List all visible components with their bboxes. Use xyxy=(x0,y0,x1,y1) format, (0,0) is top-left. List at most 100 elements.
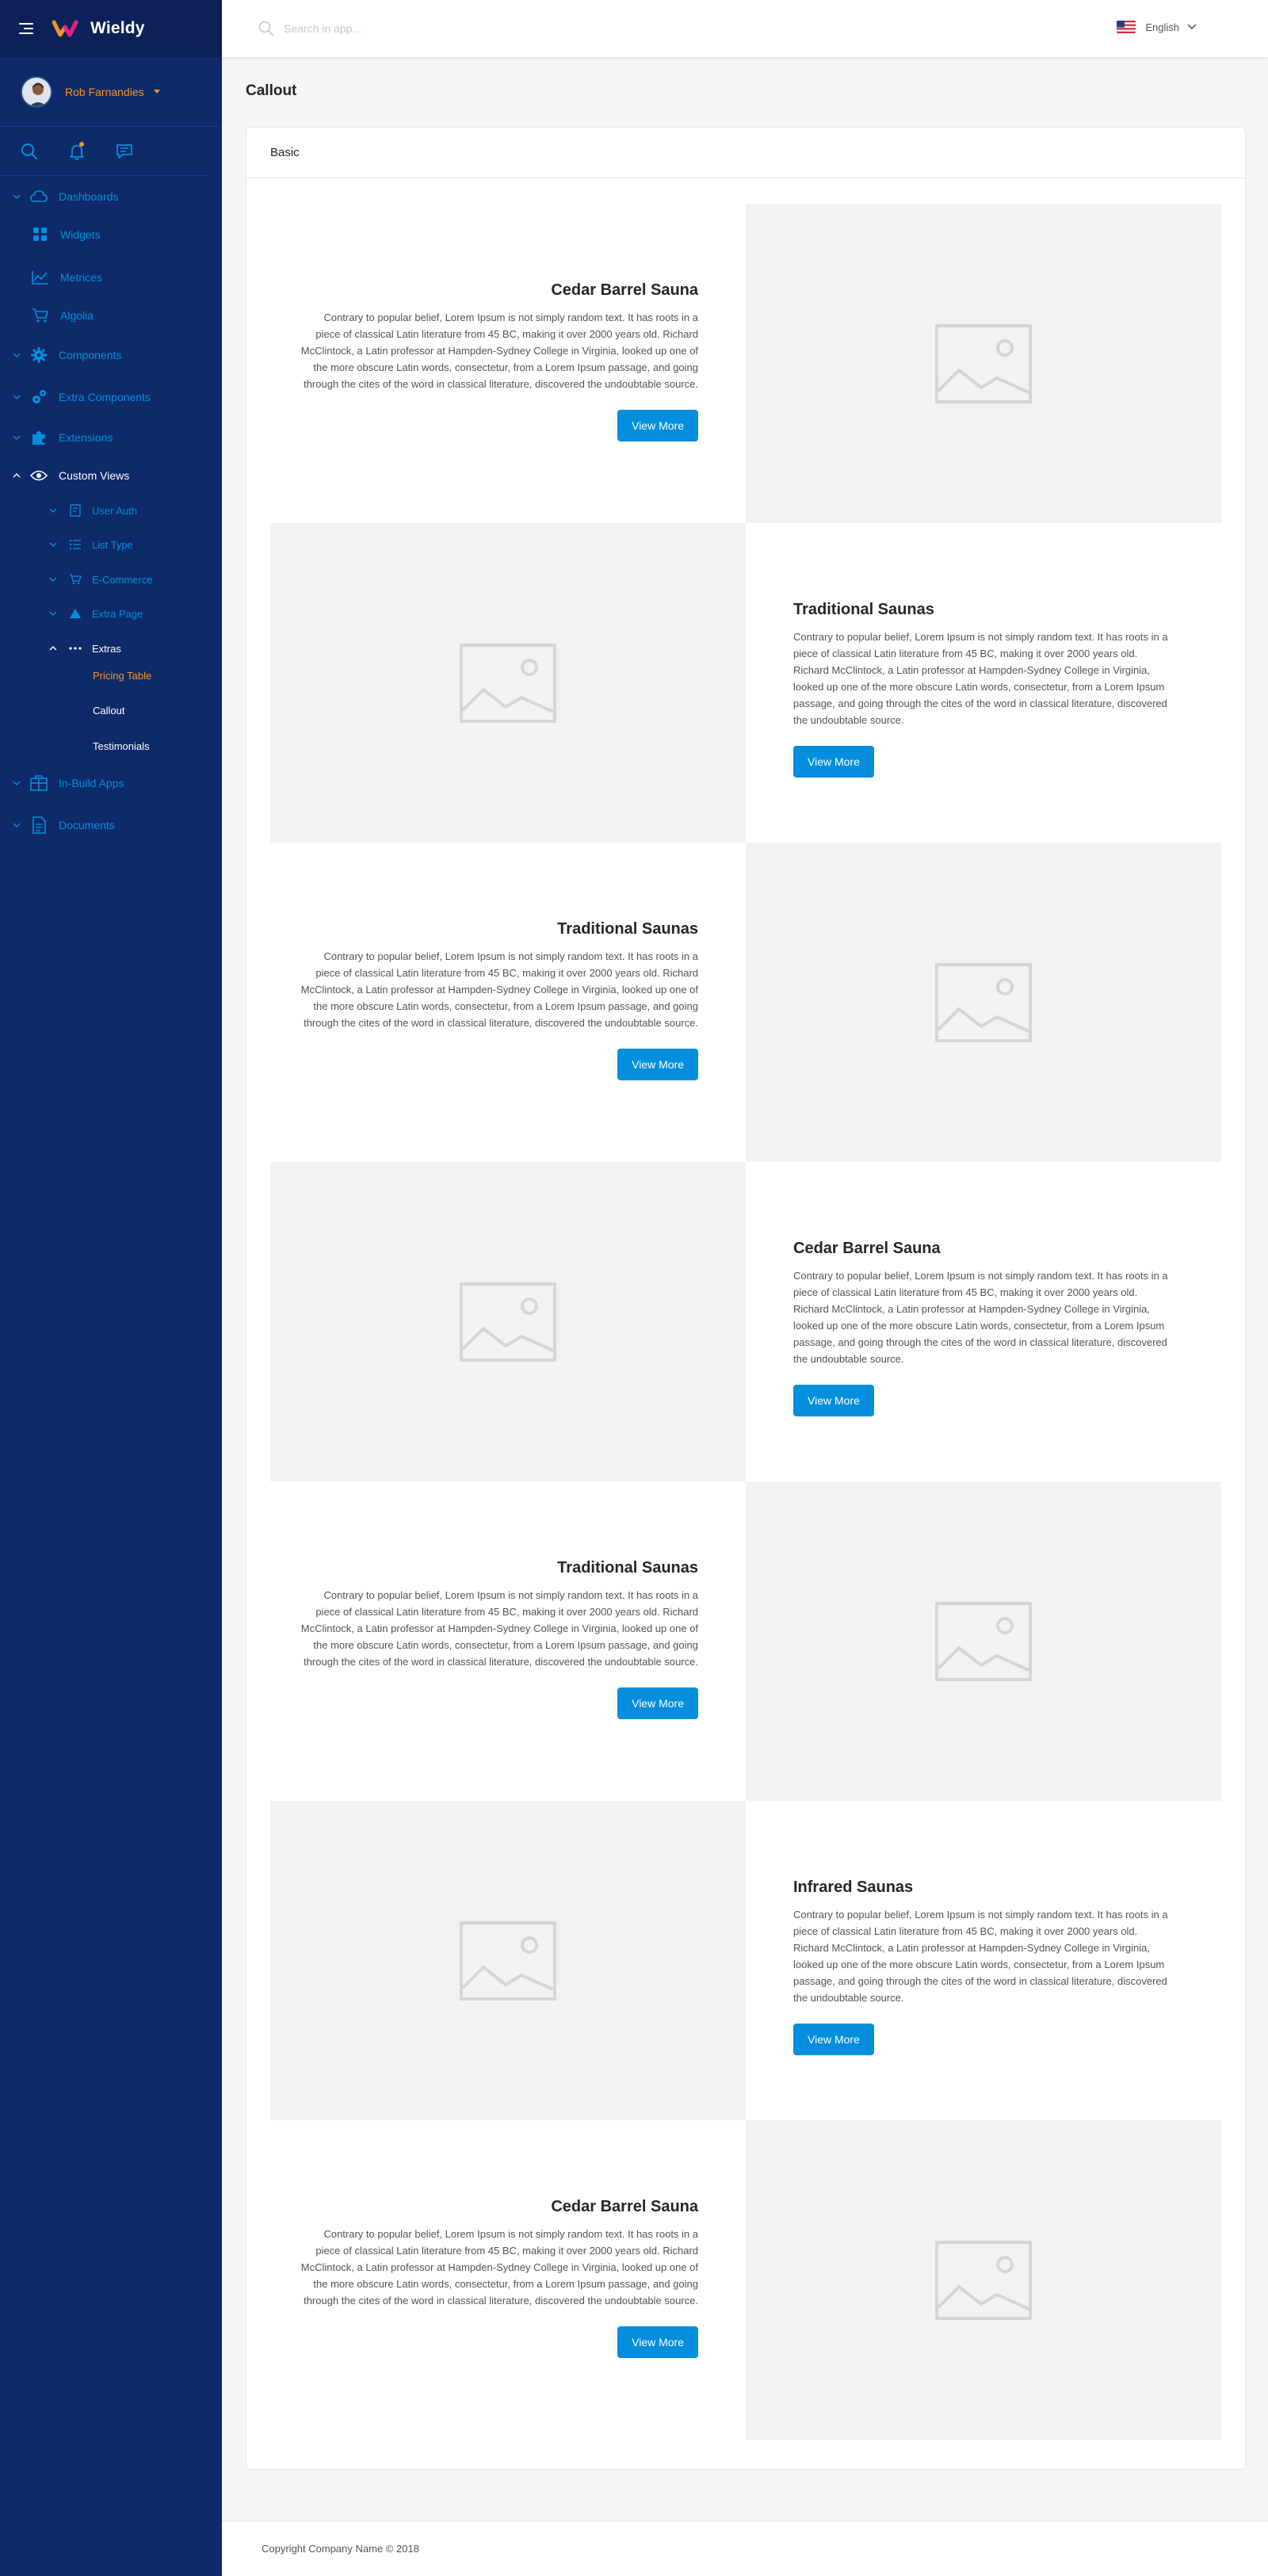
nav-algolia[interactable]: Algolia xyxy=(0,296,222,334)
view-more-button[interactable]: View More xyxy=(793,1385,874,1416)
gears-icon xyxy=(30,388,48,406)
chevron-down-icon xyxy=(49,575,57,583)
nav-extras-label: Extras xyxy=(92,642,121,655)
callout-row: Cedar Barrel Sauna Contrary to popular b… xyxy=(270,1162,1221,1481)
user-profile[interactable]: Rob Farnandies xyxy=(0,57,222,127)
topbar: English xyxy=(222,0,1268,57)
nav-metrices-label: Metrices xyxy=(60,271,102,284)
nav-extra-page[interactable]: Extra Page xyxy=(0,594,222,633)
callout-title: Cedar Barrel Sauna xyxy=(793,1240,941,1257)
callout-text: Cedar Barrel Sauna Contrary to popular b… xyxy=(270,204,746,523)
nav-extensions-label: Extensions xyxy=(59,431,113,444)
callout-title: Cedar Barrel Sauna xyxy=(551,2198,698,2215)
nav-custom-views[interactable]: Custom Views xyxy=(0,457,222,495)
nav-dashboards[interactable]: Dashboards xyxy=(0,178,222,216)
nav-components[interactable]: Components xyxy=(0,336,222,374)
image-icon xyxy=(935,962,1032,1042)
nav-components-label: Components xyxy=(59,349,122,361)
document-icon xyxy=(30,816,48,834)
nav-extensions[interactable]: Extensions xyxy=(0,419,222,457)
language-selector[interactable]: English xyxy=(1117,21,1197,33)
callout-body: Contrary to popular belief, Lorem Ipsum … xyxy=(300,950,698,1029)
chevron-down-icon xyxy=(13,821,21,829)
chevron-down-icon xyxy=(13,193,21,201)
view-more-button[interactable]: View More xyxy=(617,410,698,441)
search-icon[interactable] xyxy=(19,141,40,162)
callout-row: Cedar Barrel Sauna Contrary to popular b… xyxy=(270,2120,1221,2440)
callout-row: Traditional Saunas Contrary to popular b… xyxy=(270,843,1221,1162)
gear-icon xyxy=(30,346,48,364)
nav-pricing-table-label: Pricing Table xyxy=(93,669,152,682)
chat-icon[interactable] xyxy=(114,141,135,162)
more-dots-icon xyxy=(67,640,84,657)
chevron-down-icon xyxy=(1187,24,1197,30)
user-name[interactable]: Rob Farnandies xyxy=(65,86,144,98)
nav-in-build-apps-label: In-Build Apps xyxy=(59,777,124,789)
nav-ecommerce-label: E-Commerce xyxy=(92,573,153,586)
search-bar[interactable] xyxy=(258,21,702,36)
view-more-button[interactable]: View More xyxy=(793,746,874,778)
language-label: English xyxy=(1145,21,1179,33)
copyright-text: Copyright Company Name © 2018 xyxy=(262,2543,419,2555)
chevron-down-icon xyxy=(13,393,21,401)
view-more-button[interactable]: View More xyxy=(617,1687,698,1719)
image-placeholder xyxy=(270,1801,746,2120)
nav-algolia-label: Algolia xyxy=(60,309,94,322)
avatar[interactable] xyxy=(21,75,52,108)
menu-toggle-icon[interactable] xyxy=(19,21,35,36)
chevron-up-icon xyxy=(13,472,21,480)
nav-pricing-table[interactable]: Pricing Table xyxy=(0,656,222,694)
nav-documents[interactable]: Documents xyxy=(0,806,222,844)
nav-testimonials-label: Testimonials xyxy=(93,740,150,752)
us-flag-icon xyxy=(1117,21,1136,33)
nav-user-auth-label: User Auth xyxy=(92,504,138,517)
nav-in-build-apps[interactable]: In-Build Apps xyxy=(0,764,222,802)
nav-metrices[interactable]: Metrices xyxy=(0,258,222,296)
callout-body: Contrary to popular belief, Lorem Ipsum … xyxy=(793,1909,1168,2004)
image-placeholder xyxy=(746,204,1221,523)
image-icon xyxy=(460,1282,556,1362)
image-icon xyxy=(935,1601,1032,1681)
view-more-button[interactable]: View More xyxy=(793,2024,874,2055)
nav-testimonials[interactable]: Testimonials xyxy=(0,727,222,765)
callout-title: Traditional Saunas xyxy=(793,601,934,618)
callout-row: Traditional Saunas Contrary to popular b… xyxy=(270,1481,1221,1801)
eye-icon xyxy=(30,467,48,484)
chevron-down-icon xyxy=(13,434,21,441)
callout-text: Traditional Saunas Contrary to popular b… xyxy=(270,1481,746,1801)
image-icon xyxy=(460,1921,556,2001)
nav-custom-views-label: Custom Views xyxy=(59,469,130,482)
widgets-icon xyxy=(32,226,49,243)
callout-row: Traditional Saunas Contrary to popular b… xyxy=(270,523,1221,843)
callout-text: Traditional Saunas Contrary to popular b… xyxy=(270,843,746,1162)
view-more-button[interactable]: View More xyxy=(617,1049,698,1080)
callout-body: Contrary to popular belief, Lorem Ipsum … xyxy=(300,2228,698,2307)
image-placeholder xyxy=(746,1481,1221,1801)
callout-title: Cedar Barrel Sauna xyxy=(551,281,698,299)
nav-extra-components[interactable]: Extra Components xyxy=(0,378,222,416)
nav-extra-page-label: Extra Page xyxy=(92,607,143,620)
bell-icon[interactable] xyxy=(67,141,87,162)
search-input[interactable] xyxy=(284,22,601,35)
image-placeholder xyxy=(746,2120,1221,2440)
callout-card: Basic Cedar Barrel Sauna Contrary to pop… xyxy=(246,127,1246,2470)
image-icon xyxy=(460,643,556,723)
nav-list-type[interactable]: List Type xyxy=(0,526,222,564)
page-title: Callout xyxy=(246,82,297,99)
user-dropdown-caret-icon[interactable] xyxy=(153,90,160,94)
nav-documents-label: Documents xyxy=(59,819,115,831)
nav-ecommerce[interactable]: E-Commerce xyxy=(0,560,222,598)
callout-text: Infrared Saunas Contrary to popular beli… xyxy=(746,1801,1221,2120)
sidebar-quick-actions xyxy=(0,127,209,176)
nav-user-auth[interactable]: User Auth xyxy=(0,491,222,529)
view-more-button[interactable]: View More xyxy=(617,2326,698,2358)
image-icon xyxy=(935,323,1032,403)
apps-icon xyxy=(30,774,48,792)
nav-callout[interactable]: Callout xyxy=(0,691,222,729)
callout-row: Cedar Barrel Sauna Contrary to popular b… xyxy=(270,204,1221,523)
puzzle-icon xyxy=(30,429,48,446)
logo[interactable]: Wieldy xyxy=(52,19,145,38)
chevron-down-icon xyxy=(49,506,57,514)
image-placeholder xyxy=(270,523,746,843)
nav-widgets[interactable]: Widgets xyxy=(0,216,222,254)
